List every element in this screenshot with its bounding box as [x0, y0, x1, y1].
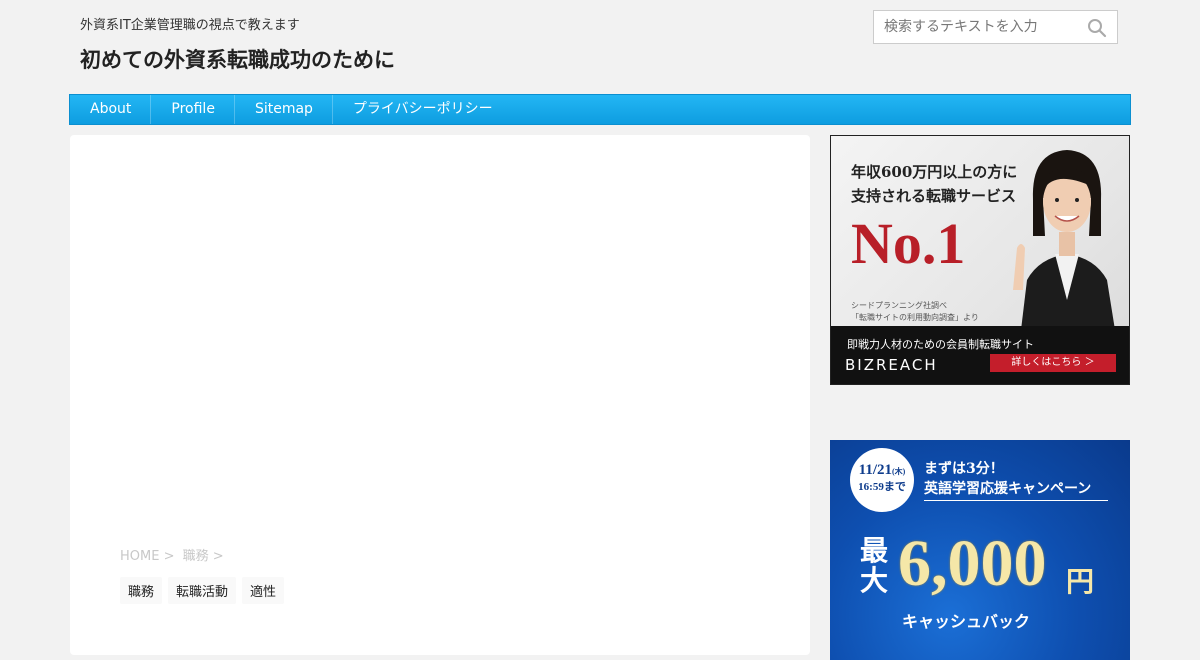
nav-item-profile[interactable]: Profile	[151, 95, 235, 124]
campaign-date: 11/21	[858, 462, 892, 478]
campaign-time: 16:59まで	[858, 481, 906, 493]
ad-details-button[interactable]: 詳しくはこちら ＞	[990, 354, 1116, 372]
campaign-line-1: まずは3分！	[924, 461, 1004, 477]
campaign-cashback: キャッシュバック	[902, 612, 1031, 631]
campaign-yen: 円	[1066, 565, 1095, 598]
ad-headline-line: 支持される転職サービス	[851, 187, 1017, 205]
campaign-line-2: 英語学習応援キャンペーン	[924, 478, 1108, 501]
campaign-weekday: (木)	[892, 467, 906, 476]
main-content: HOME > 職務 > 職務 転職活動 適性	[70, 135, 810, 655]
tag-item[interactable]: 転職活動	[168, 577, 237, 604]
campaign-max-label: 最大	[860, 534, 889, 597]
campaign-amount: 6,000	[898, 527, 1047, 600]
search-input[interactable]	[874, 11, 1094, 43]
nav-item-privacy-policy[interactable]: プライバシーポリシー	[333, 95, 512, 124]
ad-source-line: シードプランニング社調べ	[851, 301, 947, 310]
search-box	[873, 10, 1118, 44]
tag-item[interactable]: 職務	[120, 577, 163, 604]
breadcrumb-home[interactable]: HOME >	[120, 549, 174, 564]
ad-subtitle: 即戦力人材のための会員制転職サイト	[847, 338, 1034, 351]
campaign-deadline-badge: 11/21(木) 16:59まで	[850, 448, 914, 512]
tag-item[interactable]: 適性	[242, 577, 285, 604]
breadcrumb: HOME > 職務 >	[120, 545, 228, 564]
ad-headline: 年収600万円以上の方に 支持される転職サービス	[851, 160, 1017, 208]
search-icon[interactable]	[1087, 18, 1107, 38]
businesswoman-photo	[1013, 150, 1115, 330]
english-campaign-ad-banner[interactable]: 11/21(木) 16:59まで まずは3分！ 英語学習応援キャンペーン 最大 …	[830, 440, 1130, 660]
tag-list: 職務 転職活動 適性	[120, 577, 285, 604]
site-title[interactable]: 初めての外資系転職成功のために	[80, 44, 395, 74]
ad-footer-bar: 即戦力人材のための会員制転職サイト BIZREACH 詳しくはこちら ＞	[831, 326, 1129, 384]
ad-headline-line: 年収600万円以上の方に	[851, 163, 1018, 181]
ad-rank: No.1	[851, 211, 966, 276]
ad-source-note: シードプランニング社調べ 「転職サイトの利用動向調査」より	[851, 300, 979, 324]
site-tagline: 外資系IT企業管理職の視点で教えます	[80, 18, 300, 33]
main-nav: About Profile Sitemap プライバシーポリシー	[69, 94, 1131, 125]
ad-source-line: 「転職サイトの利用動向調査」より	[851, 313, 979, 322]
bizreach-ad-banner[interactable]: 年収600万円以上の方に 支持される転職サービス No.1 シードプランニング社…	[830, 135, 1130, 385]
breadcrumb-category[interactable]: 職務 >	[183, 549, 224, 564]
bizreach-logo: BIZREACH	[845, 356, 938, 374]
nav-item-about[interactable]: About	[70, 95, 152, 124]
nav-item-sitemap[interactable]: Sitemap	[235, 95, 333, 124]
